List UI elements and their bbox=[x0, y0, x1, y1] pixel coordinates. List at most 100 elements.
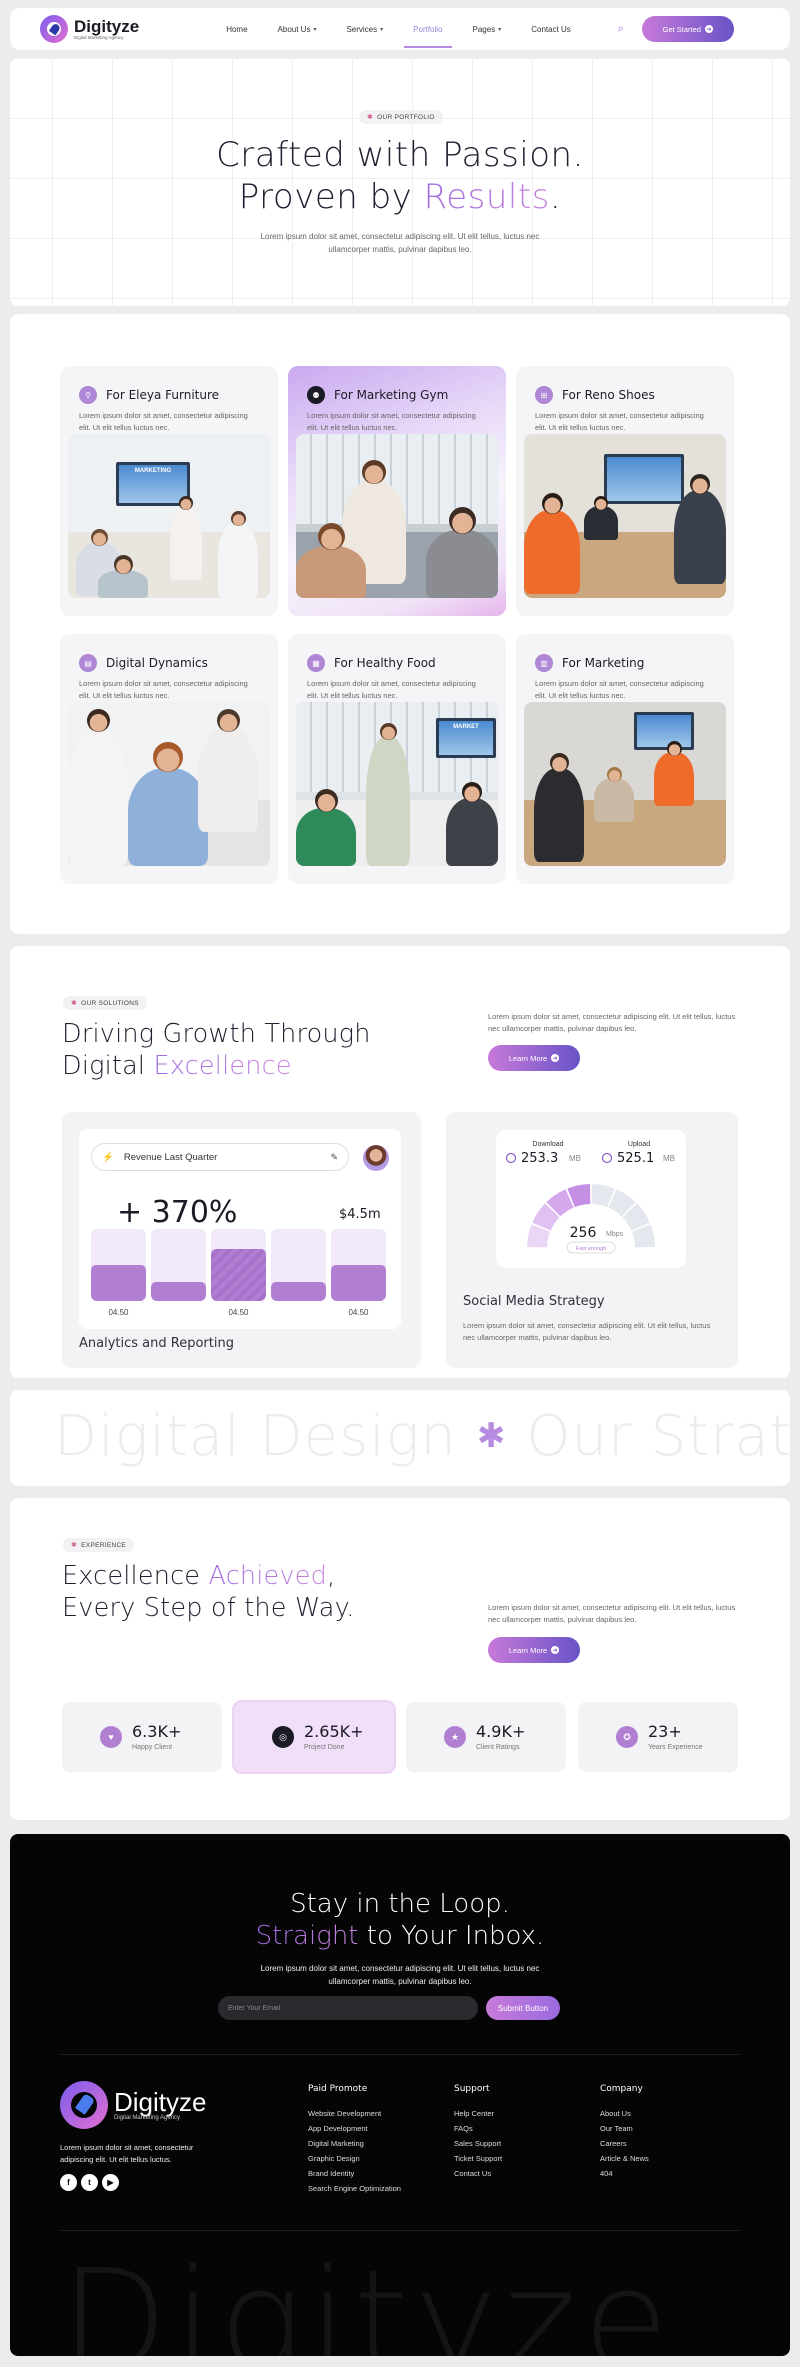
asterisk-icon: ✱ bbox=[71, 1000, 78, 1007]
portfolio-card-title: For Reno Shoes bbox=[562, 388, 655, 402]
marquee-text: Digital Design ✱ Our Strategy bbox=[54, 1404, 790, 1469]
portfolio-card[interactable]: ⊞ For Reno Shoes Lorem ipsum dolor sit ame… bbox=[516, 366, 734, 616]
footer-link[interactable]: About Us bbox=[600, 2106, 649, 2121]
stat-value: 6.3K+ bbox=[132, 1722, 182, 1741]
portfolio-card-header: ▤ Digital Dynamics bbox=[68, 654, 270, 672]
portfolio-card-desc: Lorem ipsum dolor sit amet, consectetur … bbox=[79, 411, 248, 432]
newsletter-title: Stay in the Loop. Straight to Your Inbox… bbox=[10, 1888, 790, 1952]
nav-item-home[interactable]: Home bbox=[211, 19, 262, 40]
footer-brand-logo[interactable]: Digityze Digital Marketing Agency bbox=[60, 2081, 206, 2129]
revenue-search-bar[interactable]: ⚡ Revenue Last Quarter ✎ bbox=[91, 1143, 349, 1171]
chevron-down-icon: ▾ bbox=[313, 26, 317, 33]
photo-person bbox=[594, 778, 634, 822]
photo-person bbox=[98, 570, 148, 598]
portfolio-card-desc: Lorem ipsum dolor sit amet, consectetur … bbox=[307, 411, 476, 432]
newsletter-title-suffix: to Your Inbox. bbox=[358, 1921, 545, 1951]
social-desc: Lorem ipsum dolor sit amet, consectetur … bbox=[463, 1321, 711, 1342]
footer-link[interactable]: Digital Marketing bbox=[308, 2136, 401, 2151]
portfolio-card[interactable]: ▦ For Healthy Food Lorem ipsum dolor sit a… bbox=[288, 634, 506, 884]
analytics-title: Analytics and Reporting bbox=[79, 1336, 234, 1351]
upload-icon bbox=[601, 1152, 613, 1164]
footer-link[interactable]: Brand Identity bbox=[308, 2166, 401, 2181]
food-icon: ▦ bbox=[307, 654, 325, 672]
portfolio-card-title: For Marketing bbox=[562, 656, 645, 670]
search-icon[interactable]: ⌕ bbox=[614, 22, 628, 36]
download-value: 253.3 bbox=[521, 1151, 558, 1166]
portfolio-card[interactable]: ⚉ For Marketing Gym Lorem ipsum dolor sit … bbox=[288, 366, 506, 616]
arrow-right-icon: ➜ bbox=[551, 1646, 560, 1654]
footer-link[interactable]: Website Development bbox=[308, 2106, 401, 2121]
experience-title-line2: Every Step of the Way. bbox=[62, 1593, 355, 1623]
arrow-right-icon: ➜ bbox=[551, 1054, 560, 1062]
portfolio-card[interactable]: ▤ Digital Dynamics Lorem ipsum dolor sit a… bbox=[60, 634, 278, 884]
nav-item-pages[interactable]: Pages ▾ bbox=[458, 19, 517, 40]
top-navbar: Digityze Digital Marketing Agency Home Ab… bbox=[10, 8, 790, 50]
experience-learn-more-button[interactable]: Learn More ➜ bbox=[488, 1637, 580, 1663]
photo-person-head bbox=[541, 493, 563, 514]
twitter-icon[interactable]: t bbox=[81, 2174, 98, 2191]
footer-link[interactable]: FAQs bbox=[454, 2121, 502, 2136]
photo-person-head bbox=[179, 496, 193, 510]
photo-person-head bbox=[448, 507, 476, 534]
facebook-icon[interactable]: f bbox=[60, 2174, 77, 2191]
download-label: Download bbox=[532, 1141, 563, 1148]
photo-person-head bbox=[666, 741, 682, 756]
learn-more-label: Learn More bbox=[508, 1645, 548, 1655]
footer-link[interactable]: App Development bbox=[308, 2121, 401, 2136]
brand-tagline: Digital Marketing Agency bbox=[74, 34, 124, 40]
revenue-bar bbox=[151, 1229, 206, 1301]
experience-side-text: Lorem ipsum dolor sit amet, consectetur … bbox=[488, 1603, 736, 1624]
photo-person-head bbox=[594, 496, 608, 510]
email-input[interactable] bbox=[218, 1996, 478, 2020]
hero-tag: ✱ OUR PORTFOLIO bbox=[359, 110, 443, 124]
photo-person-head bbox=[90, 529, 108, 546]
submit-button[interactable]: Submit Button bbox=[486, 1996, 560, 2020]
nav-item-contact-us[interactable]: Contact Us bbox=[516, 19, 586, 40]
pencil-icon[interactable]: ✎ bbox=[330, 1152, 338, 1163]
footer-link[interactable]: 404 bbox=[600, 2166, 649, 2181]
footer-link[interactable]: Our Team bbox=[600, 2121, 649, 2136]
nav-item-label: About Us bbox=[277, 24, 311, 34]
hero-title-line1: Crafted with Passion. bbox=[216, 135, 584, 175]
avatar[interactable] bbox=[363, 1145, 389, 1171]
photo-person bbox=[534, 768, 584, 862]
experience-section: ✱ EXPERIENCE Excellence Achieved, Every … bbox=[10, 1498, 790, 1820]
stat-label: Project Done bbox=[304, 1744, 345, 1751]
youtube-icon[interactable]: ▶ bbox=[102, 2174, 119, 2191]
footer-link[interactable]: Contact Us bbox=[454, 2166, 502, 2181]
hero-title-prefix: Proven by bbox=[238, 177, 424, 217]
nav-item-about-us[interactable]: About Us ▾ bbox=[263, 19, 332, 40]
revenue-bar-fill bbox=[271, 1282, 326, 1301]
brand-logo[interactable]: Digityze Digital Marketing Agency bbox=[40, 15, 139, 43]
shoe-icon: ⊞ bbox=[535, 386, 553, 404]
solutions-title: Driving Growth Through Digital Excellenc… bbox=[62, 1018, 371, 1082]
speed-status: Fast enough bbox=[576, 1246, 607, 1252]
footer-link[interactable]: Help Center bbox=[454, 2106, 502, 2121]
nav-item-portfolio[interactable]: Portfolio bbox=[398, 19, 457, 48]
stat-card: ♥ 6.3K+ Happy Client bbox=[62, 1702, 222, 1772]
experience-tag: ✱ EXPERIENCE bbox=[63, 1538, 135, 1552]
revenue-bar bbox=[271, 1229, 326, 1301]
revenue-bar-label: 04.50 bbox=[108, 1308, 129, 1317]
download-unit: MB bbox=[569, 1154, 581, 1163]
hero-title-accent: Results bbox=[423, 177, 550, 217]
stat-label: Happy Client bbox=[132, 1744, 173, 1751]
footer-link[interactable]: Search Engine Optimization bbox=[308, 2181, 401, 2196]
portfolio-card-image: MARKET bbox=[296, 702, 498, 866]
footer-column-title: Support bbox=[454, 2084, 490, 2094]
footer-link[interactable]: Article & News bbox=[600, 2151, 649, 2166]
portfolio-card[interactable]: ▥ For Marketing Lorem ipsum dolor sit amet… bbox=[516, 634, 734, 884]
photo-screen bbox=[634, 712, 694, 750]
nav-item-services[interactable]: Services ▾ bbox=[331, 19, 398, 40]
portfolio-card[interactable]: ⚲ For Eleya Furniture Lorem ipsum dolor si… bbox=[60, 366, 278, 616]
footer-link[interactable]: Graphic Design bbox=[308, 2151, 401, 2166]
footer-link[interactable]: Sales Support bbox=[454, 2136, 502, 2151]
footer-link[interactable]: Careers bbox=[600, 2136, 649, 2151]
revenue-card: ⚡ Revenue Last Quarter ✎ + 370% $4.5m 04… bbox=[79, 1129, 401, 1329]
footer-watermark: Digityze bbox=[60, 2240, 675, 2357]
get-started-button[interactable]: Get Started ➜ bbox=[641, 16, 734, 42]
footer-link[interactable]: Ticket Support bbox=[454, 2151, 502, 2166]
footer-column-title: Paid Promote bbox=[308, 2084, 368, 2094]
solutions-learn-more-button[interactable]: Learn More ➜ bbox=[488, 1045, 580, 1071]
photo-person bbox=[426, 530, 498, 598]
